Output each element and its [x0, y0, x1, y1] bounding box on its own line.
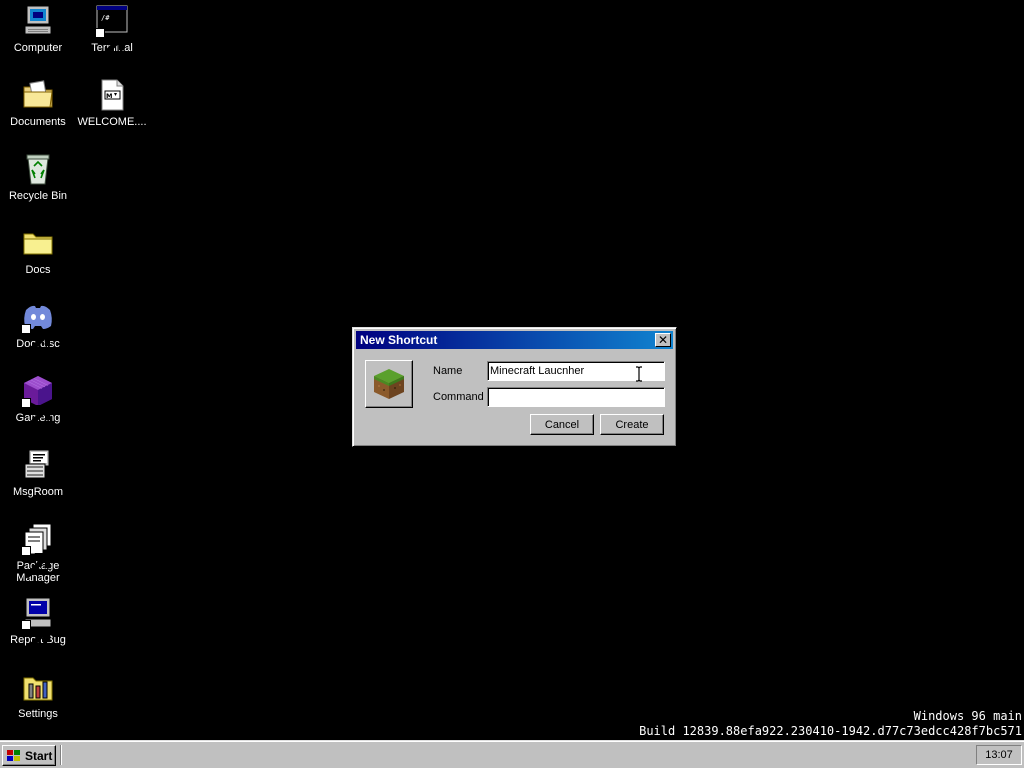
close-icon: ✕: [657, 333, 669, 347]
desktop-icon-gameing[interactable]: Gameing: [0, 374, 76, 431]
desktop-icon-label: Computer: [13, 42, 63, 54]
purple-cube-icon: [21, 374, 55, 431]
desktop-icon-settings[interactable]: Settings: [0, 670, 76, 720]
dialog-title: New Shortcut: [360, 333, 438, 347]
desktop-icon-label: Docs: [25, 264, 51, 276]
command-input[interactable]: [487, 387, 665, 407]
shortcut-icon-button[interactable]: [365, 360, 413, 408]
shortcut-arrow-icon: [21, 324, 51, 357]
cancel-button[interactable]: Cancel: [530, 414, 594, 435]
start-label: Start: [25, 748, 53, 763]
desktop-icon-msgroom[interactable]: MsgRoom: [0, 448, 76, 498]
command-label: Command: [433, 391, 484, 403]
desktop: Computer /# Terminal Documents M WELCOME…: [0, 0, 1024, 740]
name-label: Name: [433, 365, 463, 377]
recycle-bin-icon: [21, 152, 55, 186]
create-button[interactable]: Create: [600, 414, 664, 435]
start-logo-icon: [7, 749, 20, 761]
dialog-titlebar[interactable]: New Shortcut ✕: [356, 331, 673, 349]
close-button[interactable]: ✕: [655, 333, 671, 347]
taskbar-clock[interactable]: 13:07: [976, 745, 1022, 765]
desktop-icon-recycle-bin[interactable]: Recycle Bin: [0, 152, 76, 202]
start-button[interactable]: Start: [2, 745, 56, 766]
documents-folder-icon: [21, 78, 55, 112]
taskbar: Start 13:07: [0, 740, 1024, 768]
discord-icon: [21, 300, 55, 357]
minecraft-grass-block-icon: [374, 369, 404, 399]
desktop-icon-label: Documents: [10, 116, 66, 128]
markdown-file-icon: M: [95, 78, 129, 112]
report-bug-icon: [21, 596, 55, 653]
desktop-icon-welcome[interactable]: M WELCOME....: [74, 78, 150, 128]
desktop-icon-terminal[interactable]: /# Terminal: [74, 4, 150, 61]
computer-icon: [21, 4, 55, 38]
folder-icon: [21, 226, 55, 260]
shortcut-arrow-icon: [21, 398, 51, 431]
taskbar-divider: [60, 745, 62, 765]
desktop-icon-computer[interactable]: Computer: [0, 4, 76, 54]
build-info: Windows 96 main Build 12839.88efa922.230…: [639, 709, 1022, 739]
desktop-icon-package-manager[interactable]: Package Manager: [0, 522, 76, 584]
package-manager-icon: [21, 522, 55, 579]
desktop-icon-docs[interactable]: Docs: [0, 226, 76, 276]
desktop-icon-documents[interactable]: Documents: [0, 78, 76, 128]
new-shortcut-dialog: New Shortcut ✕ Name Command Cancel Cre: [352, 327, 677, 447]
text-cursor-icon: [636, 366, 642, 382]
settings-icon: [21, 670, 55, 704]
desktop-icon-label: WELCOME....: [77, 116, 147, 128]
build-info-os: Windows 96 main: [913, 709, 1022, 723]
msgroom-icon: [21, 448, 55, 482]
svg-text:/#: /#: [101, 14, 110, 22]
desktop-icon-label: Recycle Bin: [8, 190, 68, 202]
shortcut-arrow-icon: [21, 546, 51, 579]
shortcut-arrow-icon: [21, 620, 51, 653]
desktop-icon-label: MsgRoom: [12, 486, 64, 498]
shortcut-arrow-icon: [95, 28, 125, 61]
desktop-icon-doordisc[interactable]: Doordisc: [0, 300, 76, 357]
svg-text:M: M: [106, 92, 112, 100]
terminal-icon: /#: [95, 4, 129, 61]
desktop-icon-report-bug[interactable]: Report Bug: [0, 596, 76, 653]
desktop-icon-label: Settings: [18, 708, 58, 720]
build-info-build: Build 12839.88efa922.230410-1942.d77c73e…: [639, 724, 1022, 738]
